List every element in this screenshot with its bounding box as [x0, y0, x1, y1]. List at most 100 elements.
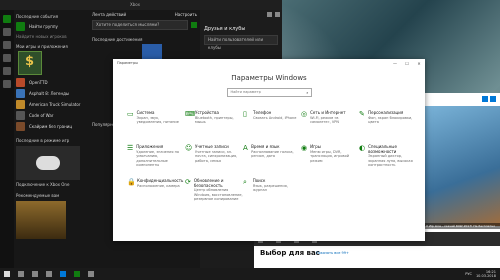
- settings-item-title: Обновление и безопасность: [193, 178, 224, 188]
- start-icon[interactable]: [4, 271, 10, 277]
- settings-item-text: Система Экран, звук, уведомления, питание: [136, 110, 185, 135]
- chat-icon[interactable]: [275, 12, 280, 17]
- settings-item-desc: Меню игры, DVR, трансляция, игровой режи…: [310, 149, 350, 163]
- edge-icon[interactable]: [60, 271, 66, 277]
- download-icon[interactable]: [490, 96, 496, 102]
- activity-heading: Последние события: [16, 14, 58, 19]
- maximize-button[interactable]: ☐: [401, 59, 413, 68]
- settings-item[interactable]: ▭ Система Экран, звук, уведомления, питани…: [127, 110, 185, 135]
- home-icon[interactable]: [3, 15, 11, 23]
- settings-item-desc: Распознавание голоса, регион, дата: [251, 149, 294, 159]
- laptop-icon: ▭: [127, 110, 134, 118]
- settings-taskbar-icon[interactable]: [88, 271, 94, 277]
- friends-search-input[interactable]: Найти пользователей или клубы: [204, 35, 278, 50]
- game-row[interactable]: American Truck Simulator: [16, 99, 86, 110]
- games-icon: ◉: [301, 144, 308, 152]
- time-language-icon: A: [243, 144, 248, 152]
- club-icon: [16, 22, 25, 31]
- settings-item-text: Приложения Удаление, значения по умолчани…: [136, 144, 185, 169]
- settings-item[interactable]: ⟳ Обновление и безопасность Центр обновлен…: [185, 178, 243, 203]
- settings-item-desc: Bluetooth, принтеры, мышь: [195, 115, 234, 125]
- settings-item-desc: Связать Android, iPhone: [253, 115, 297, 120]
- search-taskbar-icon[interactable]: [18, 271, 24, 277]
- settings-icon[interactable]: [3, 80, 11, 88]
- settings-search-input[interactable]: Найти параметр ⌕: [226, 88, 312, 97]
- find-club-row[interactable]: Найти группу: [16, 21, 86, 32]
- settings-item[interactable]: ✎ Персонализация Фон, экран блокировки, цв…: [359, 110, 417, 135]
- settings-heading: Параметры Windows: [231, 74, 307, 82]
- game-label: OpenTTD: [29, 80, 48, 85]
- settings-item-text: Игры Меню игры, DVR, трансляция, игровой …: [310, 144, 359, 169]
- settings-item[interactable]: ◉ Игры Меню игры, DVR, трансляция, игровой…: [301, 144, 359, 169]
- clock[interactable]: 16:21 10.03.2018: [476, 270, 496, 278]
- player-image: [16, 201, 66, 239]
- update-icon: ⟳: [185, 178, 191, 186]
- account-icon[interactable]: [482, 96, 488, 102]
- xbox-taskbar-icon[interactable]: [74, 271, 80, 277]
- settings-item-text: Телефон Связать Android, iPhone: [253, 110, 297, 135]
- settings-item[interactable]: ☺ Учетные записи Учетные записи, эл. почта…: [185, 144, 243, 169]
- settings-item-text: Специальные возможности Экранный диктор, …: [368, 144, 417, 169]
- games-icon[interactable]: [3, 28, 11, 36]
- settings-item[interactable]: ⌨ Устройства Bluetooth, принтеры, мышь: [185, 110, 243, 135]
- settings-item-title: Конфиденциальность: [137, 178, 184, 183]
- explorer-icon[interactable]: [46, 271, 52, 277]
- settings-item-desc: Экран, звук, уведомления, питание: [136, 115, 179, 125]
- xbox-titlebar: Xbox: [0, 0, 282, 10]
- game-label: Code of War: [29, 113, 54, 118]
- settings-item[interactable]: 🔒 Конфиденциальность Расположение, камера: [127, 178, 185, 203]
- settings-item-title: Специальные возможности: [368, 144, 397, 154]
- settings-item[interactable]: ☰ Приложения Удаление, значения по умолчан…: [127, 144, 185, 169]
- game-thumb: [16, 111, 25, 120]
- post-button[interactable]: [191, 22, 197, 28]
- settings-window[interactable]: Параметры — ☐ ✕ Параметры Windows Найти …: [113, 59, 425, 241]
- settings-item-text: Поиск Язык, разрешения, журнал: [253, 178, 301, 203]
- language-indicator[interactable]: РУС: [465, 272, 472, 276]
- task-view-icon[interactable]: [32, 271, 38, 277]
- settings-item[interactable]: ◐ Специальные возможности Экранный диктор,…: [359, 144, 417, 169]
- settings-grid: ▭ Система Экран, звук, уведомления, питани…: [127, 110, 417, 203]
- devices-icon: ⌨: [185, 110, 196, 118]
- feed-input-row: Хотите поделиться мыслями?: [92, 17, 197, 33]
- person-add-icon[interactable]: [267, 12, 272, 17]
- settings-item[interactable]: ◎ Сеть и Интернет Wi-Fi, режим «в самолете…: [301, 110, 359, 135]
- store-icon[interactable]: [3, 67, 11, 75]
- settings-item[interactable]: A Время и язык Распознавание голоса, регио…: [243, 144, 301, 169]
- settings-titlebar: Параметры — ☐ ✕: [113, 59, 425, 68]
- game-thumb: [16, 100, 25, 109]
- settings-item-text: Учетные записи Учетные записи, эл. почта,…: [195, 144, 243, 169]
- game-row[interactable]: Code of War: [16, 110, 86, 121]
- settings-item-text: Обновление и безопасность Центр обновлени…: [193, 178, 243, 203]
- settings-item[interactable]: ⌕ Поиск Язык, разрешения, журнал: [243, 178, 301, 203]
- personalization-icon: ✎: [359, 110, 365, 118]
- settings-item-text: Время и язык Распознавание голоса, регион…: [251, 144, 301, 169]
- settings-search-placeholder: Найти параметр: [230, 90, 261, 94]
- hero-banner[interactable]: [424, 106, 500, 226]
- featured-game-tile[interactable]: [18, 51, 42, 75]
- close-button[interactable]: ✕: [413, 59, 425, 68]
- privacy-icon: 🔒: [127, 178, 136, 186]
- friends-toolbar: [200, 10, 282, 26]
- taskbar: РУС 16:21 10.03.2018: [0, 268, 500, 280]
- phone-icon: ▯: [243, 110, 247, 118]
- connect-text: Подключение к Xbox One: [16, 182, 70, 187]
- settings-item[interactable]: ▯ Телефон Связать Android, iPhone: [243, 110, 301, 135]
- achievements-icon[interactable]: [3, 41, 11, 49]
- settings-item-text: Персонализация Фон, экран блокировки, цве…: [368, 110, 417, 135]
- minimize-button[interactable]: —: [389, 59, 401, 68]
- accessibility-icon: ◐: [359, 144, 366, 152]
- clubs-icon[interactable]: [3, 54, 11, 62]
- game-row[interactable]: Asphalt 8: Легенды: [16, 88, 86, 99]
- feed-input[interactable]: Хотите поделиться мыслями?: [92, 20, 188, 30]
- feed-settings-link[interactable]: Настроить: [175, 12, 197, 17]
- settings-item-text: Устройства Bluetooth, принтеры, мышь: [195, 110, 243, 135]
- settings-item-desc: Удаление, значения по умолчанию, дополни…: [136, 149, 180, 168]
- game-row[interactable]: OpenTTD: [16, 77, 86, 88]
- pick-all-link[interactable]: Показать все 99+: [316, 251, 349, 255]
- achievements-heading: Последние достижения: [92, 37, 143, 42]
- accounts-icon: ☺: [185, 144, 193, 152]
- game-row[interactable]: Скайрим без границ: [16, 121, 86, 132]
- search-icon: ⌕: [243, 178, 247, 186]
- find-club-sub: Найдите новых игроков: [16, 34, 67, 39]
- game-label: Скайрим без границ: [29, 124, 73, 129]
